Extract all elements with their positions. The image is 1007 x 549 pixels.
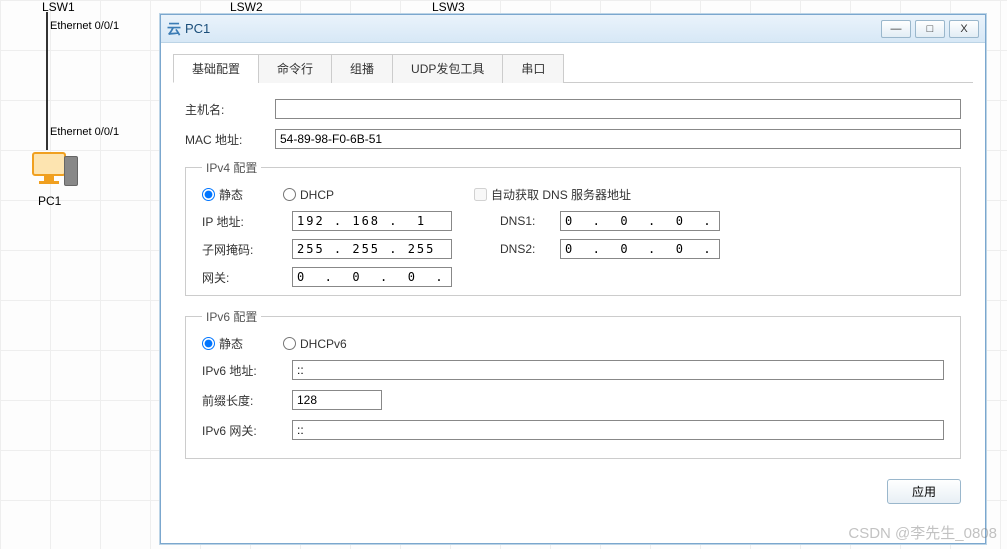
window-title: PC1	[185, 21, 881, 36]
mask-label: 子网掩码:	[202, 241, 292, 258]
hostname-input[interactable]	[275, 99, 961, 119]
dns2-label: DNS2:	[500, 242, 560, 256]
maximize-button[interactable]: □	[915, 20, 945, 38]
pc-config-window: 云 PC1 — □ X 基础配置 命令行 组播 UDP发包工具 串口 主机名: …	[160, 14, 986, 544]
dns2-input[interactable]	[560, 239, 720, 259]
ip-label: IP 地址:	[202, 213, 292, 230]
ipv6-addr-label: IPv6 地址:	[202, 362, 292, 379]
gateway-label: 网关:	[202, 269, 292, 286]
app-logo-icon: 云	[167, 19, 181, 39]
auto-dns-checkbox[interactable]: 自动获取 DNS 服务器地址	[474, 186, 631, 203]
pc-node-icon[interactable]	[28, 148, 78, 198]
ipv4-fieldset: IPv4 配置 静态 DHCP 自动获取 DNS 服务器地址 IP 地址: 子网…	[185, 159, 961, 296]
tab-bar: 基础配置 命令行 组播 UDP发包工具 串口	[173, 53, 973, 83]
minimize-button[interactable]: —	[881, 20, 911, 38]
ipv6-gw-input[interactable]	[292, 420, 944, 440]
ipv6-legend: IPv6 配置	[202, 308, 261, 325]
tab-basic[interactable]: 基础配置	[173, 54, 259, 83]
port-label-1: Ethernet 0/0/1	[50, 20, 119, 32]
ipv6-fieldset: IPv6 配置 静态 DHCPv6 IPv6 地址: 前缀长度: IPv6 网关…	[185, 308, 961, 459]
close-button[interactable]: X	[949, 20, 979, 38]
ipv4-static-radio[interactable]: 静态	[202, 186, 243, 203]
topology-link	[46, 12, 48, 150]
mac-label: MAC 地址:	[185, 131, 275, 148]
ipv4-legend: IPv4 配置	[202, 159, 261, 176]
prefix-label: 前缀长度:	[202, 392, 292, 409]
tab-cli[interactable]: 命令行	[258, 54, 332, 83]
ipv6-dhcpv6-radio[interactable]: DHCPv6	[283, 337, 347, 351]
dns1-input[interactable]	[560, 211, 720, 231]
tab-serial[interactable]: 串口	[502, 54, 564, 83]
titlebar[interactable]: 云 PC1 — □ X	[161, 15, 985, 43]
ipv6-gw-label: IPv6 网关:	[202, 422, 292, 439]
ipv4-dhcp-radio[interactable]: DHCP	[283, 188, 334, 202]
ip-input[interactable]	[292, 211, 452, 231]
ipv6-static-radio[interactable]: 静态	[202, 335, 243, 352]
port-label-2: Ethernet 0/0/1	[50, 126, 119, 138]
pc-node-label: PC1	[38, 194, 61, 208]
apply-button[interactable]: 应用	[887, 479, 961, 504]
dns1-label: DNS1:	[500, 214, 560, 228]
mask-input[interactable]	[292, 239, 452, 259]
ipv6-addr-input[interactable]	[292, 360, 944, 380]
hostname-label: 主机名:	[185, 101, 275, 118]
switch-label-3: LSW3	[432, 0, 465, 14]
prefix-input[interactable]	[292, 390, 382, 410]
tab-udp[interactable]: UDP发包工具	[392, 54, 503, 83]
gateway-input[interactable]	[292, 267, 452, 287]
mac-input[interactable]	[275, 129, 961, 149]
tab-multicast[interactable]: 组播	[331, 54, 393, 83]
switch-label-2: LSW2	[230, 0, 263, 14]
